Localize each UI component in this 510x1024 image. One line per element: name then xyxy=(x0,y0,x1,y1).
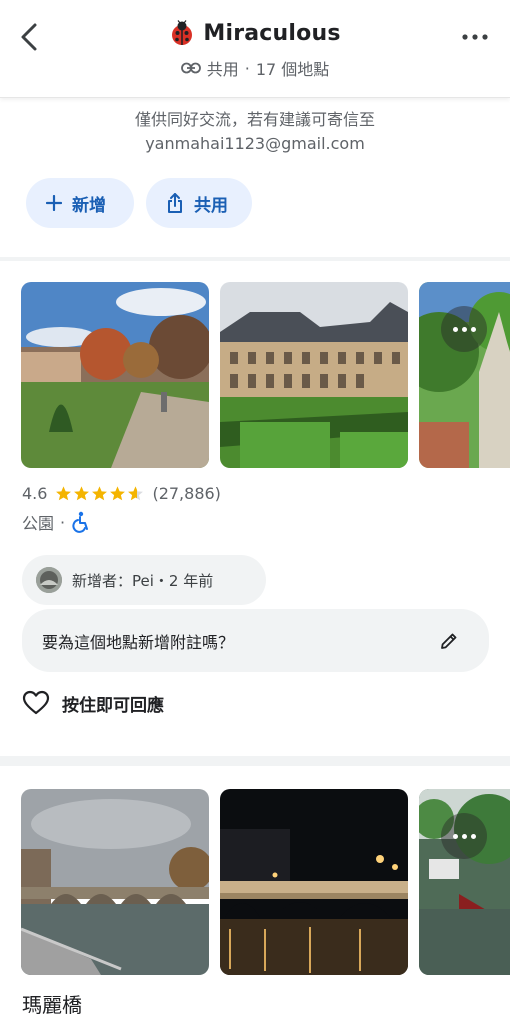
pencil-icon xyxy=(441,633,457,649)
place-count: 17 個地點 xyxy=(255,60,330,79)
place-photo-bridge-night[interactable] xyxy=(220,789,408,975)
app-header: Miraculous 共用 · 17 個地點 xyxy=(0,0,510,98)
section-divider xyxy=(0,756,510,766)
list-title: Miraculous xyxy=(0,20,510,46)
star-icon xyxy=(56,486,72,501)
add-note-field[interactable]: 要為這個地點新增附註嗎？ xyxy=(22,609,489,672)
react-label: 按住即可回應 xyxy=(62,695,164,716)
ladybug-icon xyxy=(172,20,193,45)
more-button[interactable] xyxy=(460,24,490,50)
rating-value: 4.6 xyxy=(22,484,48,503)
list-subtitle: 共用 · 17 個地點 xyxy=(0,56,510,80)
avatar xyxy=(36,567,62,593)
share-status: 共用 xyxy=(206,60,239,79)
link-icon xyxy=(180,62,201,74)
share-icon xyxy=(168,193,182,213)
wheelchair-icon xyxy=(72,511,89,533)
place-photo-chateau[interactable] xyxy=(220,282,408,468)
add-note-prompt: 要為這個地點新增附註嗎？ xyxy=(42,632,235,652)
react-button[interactable]: 按住即可回應 xyxy=(22,690,164,716)
place-category-row: 公園 · xyxy=(22,510,91,534)
place-photo-statue[interactable] xyxy=(419,282,510,468)
place-photo-bridge-day[interactable] xyxy=(21,789,209,975)
description-email[interactable]: yanmahai1123@gmail.com xyxy=(0,132,510,156)
star-icon xyxy=(92,486,108,501)
share-button[interactable]: 共用 xyxy=(146,178,252,228)
place-rating-row: 4.6 (27,886) xyxy=(22,484,221,503)
half-star-icon xyxy=(128,486,144,501)
add-button[interactable]: 新增 xyxy=(26,178,134,228)
heart-icon xyxy=(22,690,50,715)
plus-icon xyxy=(46,195,62,211)
description-line-1: 僅供同好交流，若有建議可寄信至 xyxy=(134,110,375,129)
separator-dot: · xyxy=(60,512,66,532)
more-photos-button[interactable] xyxy=(441,813,487,859)
more-photos-button[interactable] xyxy=(441,306,487,352)
star-rating xyxy=(55,485,144,502)
list-description: 僅供同好交流，若有建議可寄信至 yanmahai1123@gmail.com xyxy=(0,108,510,156)
place-name[interactable]: 瑪麗橋 xyxy=(22,989,82,1018)
place-category: 公園 xyxy=(22,514,55,533)
list-title-text: Miraculous xyxy=(203,20,341,46)
added-by-text: 新增者：Pei・2 年前 xyxy=(72,571,214,590)
star-icon xyxy=(74,486,90,501)
place-photo-canal[interactable] xyxy=(419,789,510,975)
review-count: (27,886) xyxy=(152,484,221,503)
add-button-label: 新增 xyxy=(72,195,106,216)
place-photo-park[interactable] xyxy=(21,282,209,468)
separator-dot: · xyxy=(244,58,250,78)
added-by-chip[interactable]: 新增者：Pei・2 年前 xyxy=(22,555,266,605)
star-icon xyxy=(110,486,126,501)
section-divider xyxy=(0,257,510,261)
share-button-label: 共用 xyxy=(194,195,228,216)
more-horizontal-icon xyxy=(462,34,488,40)
